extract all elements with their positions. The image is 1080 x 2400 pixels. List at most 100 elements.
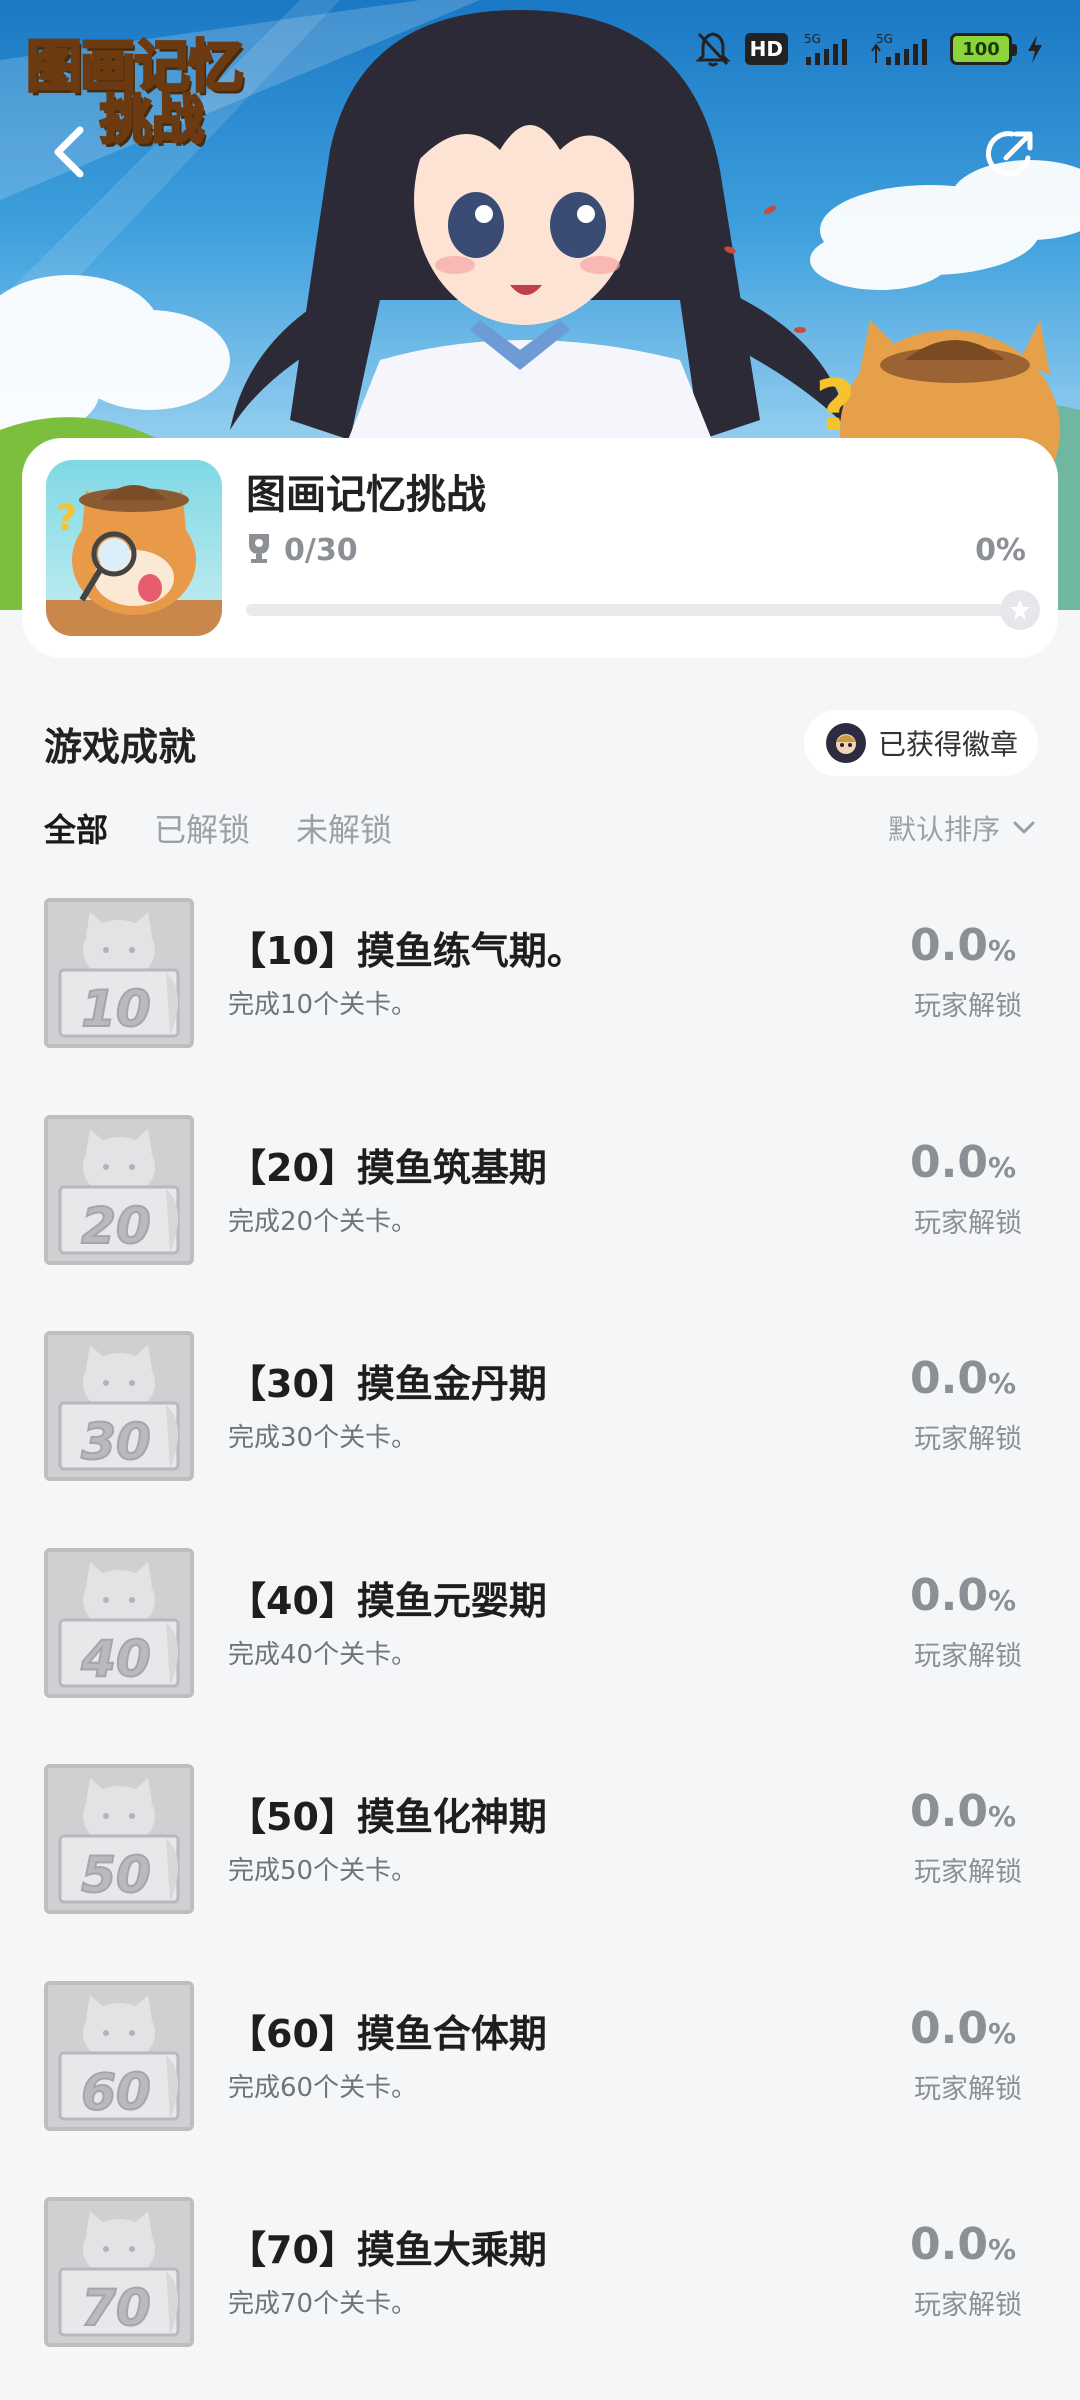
achievement-item[interactable]: 20 【20】摸鱼筑基期 完成20个关卡。 0.0% 玩家解锁 — [0, 1097, 1080, 1314]
tab-unlocked[interactable]: 已解锁 — [154, 805, 250, 851]
achievement-unlock-rate: 0.0% — [910, 2003, 1016, 2054]
svg-text:?: ? — [815, 365, 856, 447]
logo-text-line2: 挑战 — [98, 90, 205, 153]
share-icon — [985, 131, 1033, 177]
game-title: 图画记忆挑战 — [246, 472, 486, 518]
signal-5g-icon: 5G — [802, 31, 856, 67]
svg-text:?: ? — [56, 498, 77, 539]
achievement-item[interactable]: 60 【60】摸鱼合体期 完成60个关卡。 0.0% 玩家解锁 — [0, 1963, 1080, 2180]
badge-number: 70 — [81, 2279, 151, 2337]
unlock-rate-unit: % — [987, 1583, 1016, 1617]
badge-number: 60 — [81, 2063, 151, 2121]
charging-icon — [1026, 33, 1044, 65]
achievement-badge: 10 — [44, 898, 194, 1048]
achievement-description: 完成30个关卡。 — [228, 1423, 418, 1453]
tab-locked[interactable]: 未解锁 — [296, 805, 392, 851]
unlock-rate-unit: % — [987, 1367, 1016, 1400]
signal-5g-icon: 5G — [870, 31, 936, 67]
achievement-name: 【20】摸鱼筑基期 — [228, 1145, 547, 1190]
achievement-description: 完成60个关卡。 — [228, 2072, 418, 2103]
unlock-rate-value: 0.0 — [909, 1136, 988, 1188]
unlock-rate-unit: % — [987, 1800, 1016, 1833]
achievement-description: 完成50个关卡。 — [228, 1856, 418, 1886]
badge-number: 50 — [81, 1846, 151, 1904]
achievements-screen: ? 图画记忆 挑战 HD 5G 5G 100 ? 图画记忆挑战 0/30 0% … — [0, 0, 1080, 2400]
achievement-name: 【30】摸鱼金丹期 — [228, 1362, 547, 1406]
achievement-unlock-rate: 0.0% — [910, 1353, 1016, 1404]
game-logo: 图画记忆 挑战 — [22, 16, 282, 153]
unlock-rate-label: 玩家解锁 — [914, 1424, 1022, 1455]
svg-text:5G: 5G — [876, 32, 893, 46]
sort-label: 默认排序 — [887, 813, 1000, 846]
medal-icon — [1010, 600, 1030, 620]
hd-icon: HD — [744, 33, 788, 65]
tab-all[interactable]: 全部 — [44, 805, 108, 851]
achievement-badge: 70 — [44, 2197, 194, 2347]
battery-icon: 100 — [950, 33, 1017, 65]
achievement-unlock-rate: 0.0% — [910, 1137, 1016, 1188]
achievement-description: 完成10个关卡。 — [228, 990, 418, 1020]
bell-off-icon — [695, 30, 731, 68]
earned-badges-button[interactable]: 已获得徽章 — [803, 710, 1038, 776]
badge-avatar-icon — [825, 723, 866, 763]
unlock-rate-value: 0.0 — [909, 1786, 988, 1837]
unlock-rate-unit: % — [987, 2016, 1016, 2050]
achievement-description: 完成70个关卡。 — [228, 2289, 418, 2319]
achievement-name: 【60】摸鱼合体期 — [228, 2011, 547, 2056]
sort-dropdown[interactable]: 默认排序 — [888, 808, 1036, 848]
achievement-badge: 50 — [44, 1764, 194, 1914]
game-info-card: ? 图画记忆挑战 0/30 0% — [22, 438, 1058, 658]
unlock-rate-value: 0.0 — [909, 2002, 988, 2054]
unlock-rate-label: 玩家解锁 — [914, 2073, 1022, 2105]
unlock-rate-label: 玩家解锁 — [914, 1640, 1022, 1672]
section-title: 游戏成就 — [44, 725, 197, 769]
achievement-item[interactable]: 40 【40】摸鱼元婴期 完成40个关卡。 0.0% 玩家解锁 — [0, 1530, 1080, 1747]
achievement-item[interactable]: 50 【50】摸鱼化神期 完成50个关卡。 0.0% 玩家解锁 — [0, 1746, 1080, 1963]
achievement-count: 0/30 — [284, 532, 358, 568]
achievement-badge: 20 — [44, 1114, 194, 1265]
svg-text:5G: 5G — [804, 32, 821, 46]
trophy-icon — [246, 532, 272, 568]
achievement-name: 【10】摸鱼练气期。 — [228, 929, 585, 973]
back-arrow-icon — [54, 126, 84, 178]
unlock-rate-unit: % — [987, 934, 1016, 967]
achievement-progress-row: 0/30 0% — [246, 530, 1026, 570]
unlock-rate-label: 玩家解锁 — [914, 991, 1022, 1022]
badge-number: 40 — [80, 1630, 151, 1688]
unlock-rate-value: 0.0 — [909, 920, 988, 971]
achievement-badge: 30 — [44, 1331, 194, 1481]
unlock-rate-label: 玩家解锁 — [914, 2290, 1022, 2321]
unlock-rate-unit: % — [987, 2233, 1016, 2266]
achievement-badge: 60 — [44, 1980, 194, 2131]
achievement-list: 10 【10】摸鱼练气期。 完成10个关卡。 0.0% 玩家解锁 20 【20】… — [0, 880, 1080, 2396]
achievement-percent: 0% — [975, 532, 1026, 568]
progress-end-marker — [1000, 590, 1040, 630]
achievement-unlock-rate: 0.0% — [910, 1786, 1016, 1837]
achievement-description: 完成20个关卡。 — [228, 1206, 418, 1237]
badge-number: 30 — [81, 1413, 151, 1471]
achievement-item[interactable]: 70 【70】摸鱼大乘期 完成70个关卡。 0.0% 玩家解锁 — [0, 2179, 1080, 2396]
earned-badges-label: 已获得徽章 — [877, 728, 1018, 761]
achievement-name: 【50】摸鱼化神期 — [228, 1795, 547, 1839]
achievement-item[interactable]: 10 【10】摸鱼练气期。 完成10个关卡。 0.0% 玩家解锁 — [0, 880, 1080, 1097]
achievement-unlock-rate: 0.0% — [910, 2219, 1016, 2270]
badge-number: 20 — [81, 1197, 151, 1255]
unlock-rate-label: 玩家解锁 — [914, 1207, 1022, 1239]
share-button[interactable] — [982, 126, 1038, 182]
status-bar: HD 5G 5G 100 — [695, 24, 1044, 74]
achievement-item[interactable]: 30 【30】摸鱼金丹期 完成30个关卡。 0.0% 玩家解锁 — [0, 1313, 1080, 1530]
game-icon: ? — [46, 460, 222, 636]
back-button[interactable] — [48, 122, 92, 182]
unlock-rate-label: 玩家解锁 — [914, 1857, 1022, 1888]
unlock-rate-value: 0.0 — [909, 1353, 988, 1404]
filter-tabs: 全部 已解锁 未解锁 — [44, 800, 392, 856]
achievement-description: 完成40个关卡。 — [228, 1639, 418, 1670]
unlock-rate-value: 0.0 — [909, 2219, 988, 2270]
achievement-name: 【40】摸鱼元婴期 — [228, 1578, 547, 1623]
unlock-rate-unit: % — [987, 1150, 1016, 1184]
achievement-name: 【70】摸鱼大乘期 — [228, 2228, 547, 2272]
badge-number: 10 — [81, 980, 151, 1038]
chevron-down-icon — [1013, 821, 1035, 834]
achievement-badge: 40 — [44, 1547, 194, 1698]
achievement-unlock-rate: 0.0% — [910, 920, 1016, 971]
